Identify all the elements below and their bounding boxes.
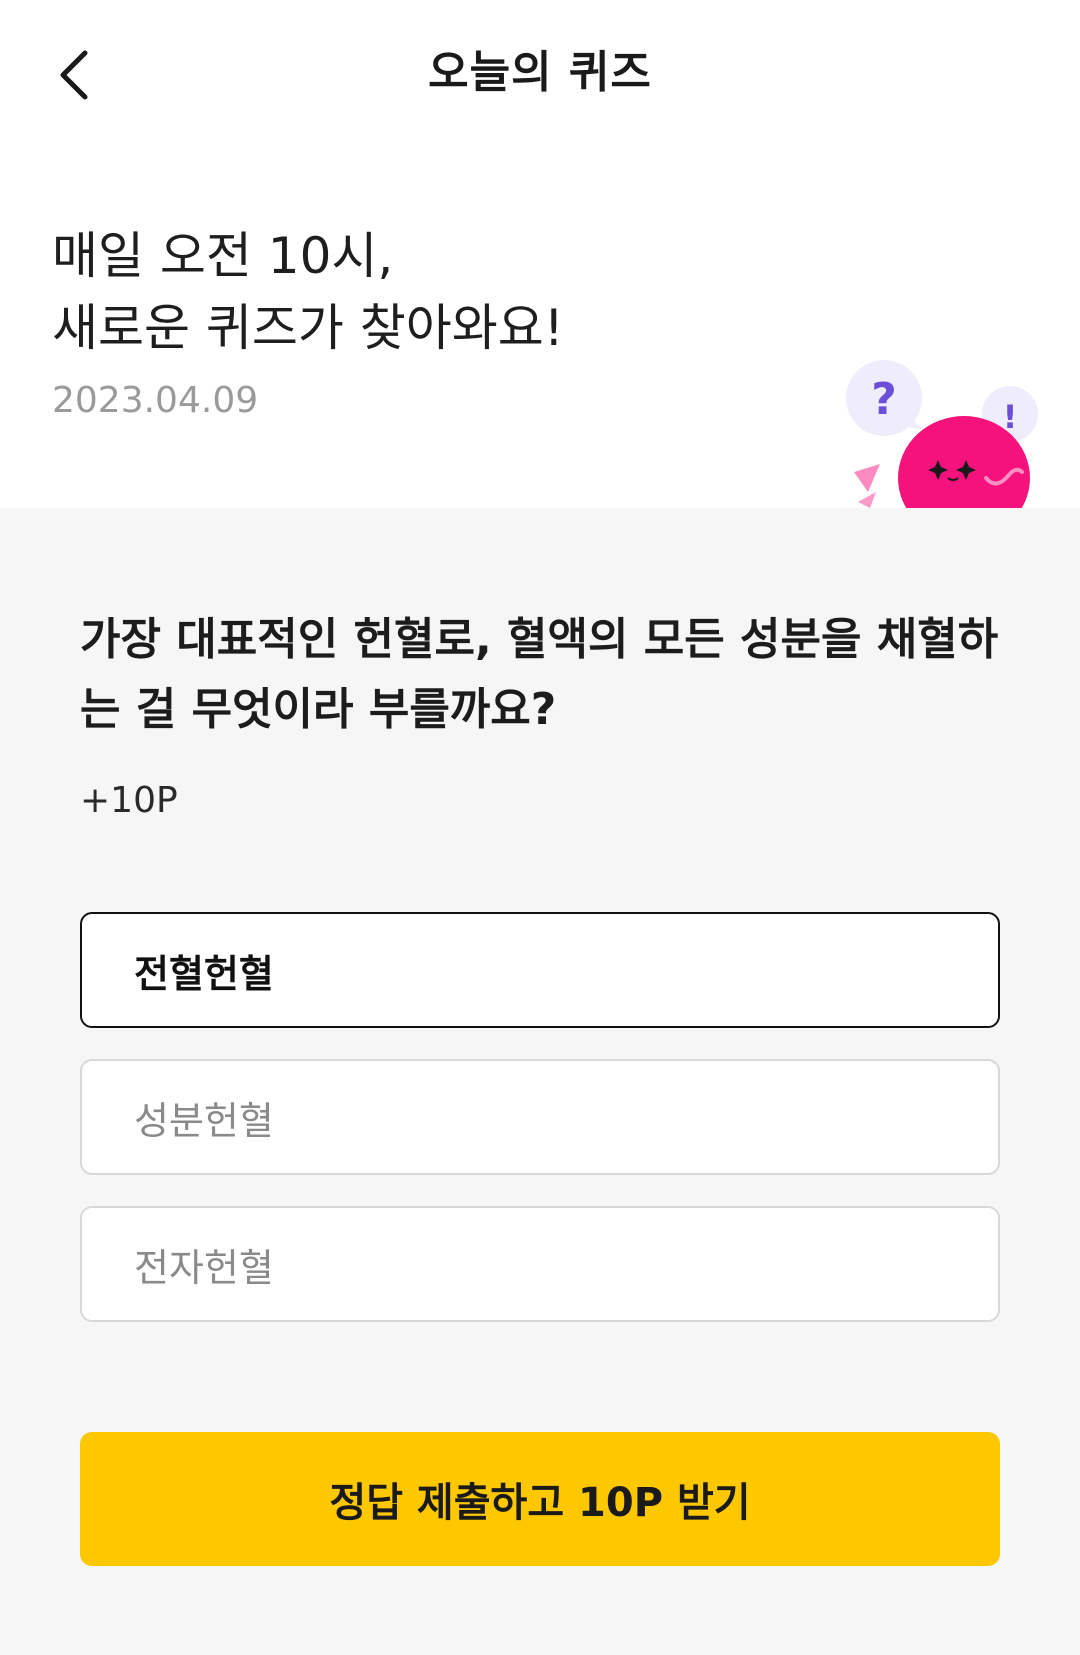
answer-option-label: 전자헌혈 — [134, 1245, 274, 1290]
intro-line-2: 새로운 퀴즈가 찾아와요! — [52, 299, 564, 357]
answer-option-label: 전혈헌혈 — [134, 951, 274, 996]
quiz-date: 2023.04.09 — [52, 380, 259, 421]
page-title: 오늘의 퀴즈 — [428, 47, 652, 98]
quiz-question: 가장 대표적인 헌혈로, 혈액의 모든 성분을 채혈하는 걸 무엇이라 부를까요… — [80, 614, 999, 735]
app-header: 오늘의 퀴즈 — [0, 0, 1080, 150]
intro-heading: 매일 오전 10시, 새로운 퀴즈가 찾아와요! — [52, 220, 564, 364]
points-reward: +10P — [80, 780, 178, 821]
answer-option-3[interactable]: 전자헌혈 — [80, 1206, 1000, 1322]
answer-option-1[interactable]: 전혈헌혈 — [80, 912, 1000, 1028]
answer-option-2[interactable]: 성분헌혈 — [80, 1059, 1000, 1175]
question-mark-glyph: ? — [871, 374, 897, 425]
mascot-illustration: ? ! — [840, 352, 1040, 508]
submit-button-label: 정답 제출하고 10P 받기 — [329, 1480, 751, 1526]
intro-section: 오늘의 퀴즈 매일 오전 10시, 새로운 퀴즈가 찾아와요! 2023.04.… — [0, 0, 1080, 508]
intro-line-1: 매일 오전 10시, — [52, 227, 394, 285]
answer-option-label: 성분헌혈 — [134, 1098, 274, 1143]
submit-answer-button[interactable]: 정답 제출하고 10P 받기 — [80, 1432, 1000, 1566]
